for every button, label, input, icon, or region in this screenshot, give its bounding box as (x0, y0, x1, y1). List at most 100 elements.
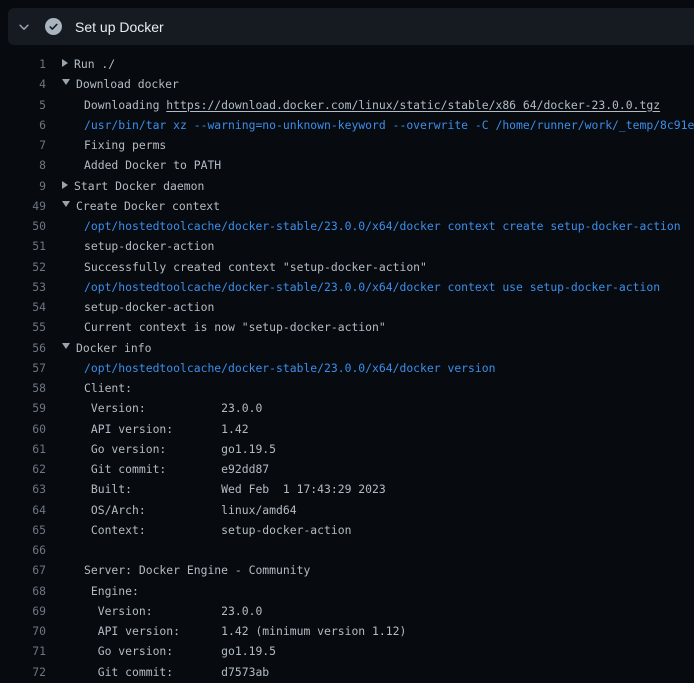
line-number[interactable]: 60 (0, 419, 46, 439)
step-title: Set up Docker (75, 19, 164, 35)
log-text-segment: Engine: (84, 584, 139, 598)
log-row: 8 Added Docker to PATH (0, 155, 694, 175)
log-text: Current context is now "setup-docker-act… (84, 317, 386, 337)
log-text-segment: Fixing perms (84, 138, 166, 152)
log-row: 5 Downloading https://download.docker.com… (0, 95, 694, 115)
log-row: 72 Git commit: d7573ab (0, 662, 694, 682)
log-group-row[interactable]: 1 Run ./ (0, 54, 694, 74)
log-text-segment: Git commit: d7573ab (84, 665, 269, 679)
log-text-segment: setup-docker-action (84, 239, 214, 253)
log-row: 50/opt/hostedtoolcache/docker-stable/23.… (0, 216, 694, 236)
line-number[interactable]: 5 (0, 95, 46, 115)
log-lines: 1 Run ./ 4 Download docker 5 Downloading http… (0, 54, 694, 682)
line-number[interactable]: 59 (0, 398, 46, 418)
log-text-segment: API version: 1.42 (minimum version 1.12) (84, 624, 406, 638)
line-number[interactable]: 57 (0, 358, 46, 378)
log-group-row[interactable]: 4 Download docker (0, 74, 694, 94)
log-group-row[interactable]: 9 Start Docker daemon (0, 176, 694, 196)
log-text-segment: Download docker (76, 77, 179, 91)
log-text-segment: Downloading (84, 98, 166, 112)
log-text-segment: Built: Wed Feb 1 17:43:29 2023 (84, 482, 386, 496)
log-row: 55 Current context is now "setup-docker-a… (0, 317, 694, 337)
line-number[interactable]: 58 (0, 378, 46, 398)
log-text: Added Docker to PATH (84, 155, 221, 175)
line-number[interactable]: 6 (0, 115, 46, 135)
line-number[interactable]: 68 (0, 581, 46, 601)
line-number[interactable]: 66 (0, 540, 46, 560)
log-row: 68 Engine: (0, 581, 694, 601)
log-text-segment: Context: setup-docker-action (84, 523, 351, 537)
actions-log-panel: Set up Docker 1 Run ./ 4 Download docker 5 Do… (0, 0, 694, 683)
line-number[interactable]: 52 (0, 257, 46, 277)
line-number[interactable]: 49 (0, 196, 46, 216)
line-number[interactable]: 56 (0, 338, 46, 358)
log-text-segment: Successfully created context "setup-dock… (84, 260, 427, 274)
log-text: Engine: (84, 581, 139, 601)
line-number[interactable]: 1 (0, 54, 46, 74)
group-title: Docker info (62, 338, 151, 358)
log-text: Client: (84, 378, 132, 398)
command-text: /usr/bin/tar xz --warning=no-unknown-key… (84, 118, 694, 132)
log-row: 53/opt/hostedtoolcache/docker-stable/23.… (0, 277, 694, 297)
line-number[interactable]: 7 (0, 135, 46, 155)
log-row: 58 Client: (0, 378, 694, 398)
log-text-segment: Docker info (76, 341, 151, 355)
line-number[interactable]: 62 (0, 459, 46, 479)
line-number[interactable]: 69 (0, 601, 46, 621)
line-number[interactable]: 50 (0, 216, 46, 236)
log-text: /opt/hostedtoolcache/docker-stable/23.0.… (84, 358, 495, 378)
log-text-segment: Go version: go1.19.5 (84, 644, 276, 658)
line-number[interactable]: 63 (0, 479, 46, 499)
log-group-row[interactable]: 49 Create Docker context (0, 196, 694, 216)
line-number[interactable]: 51 (0, 236, 46, 256)
log-text-segment: OS/Arch: linux/amd64 (84, 503, 297, 517)
log-link[interactable]: https://download.docker.com/linux/static… (166, 98, 660, 112)
line-number[interactable]: 54 (0, 297, 46, 317)
check-circle-icon (45, 18, 62, 35)
log-text: Git commit: d7573ab (84, 662, 269, 682)
log-row: 71 Go version: go1.19.5 (0, 641, 694, 661)
log-row: 6/usr/bin/tar xz --warning=no-unknown-ke… (0, 115, 694, 135)
log-text: /opt/hostedtoolcache/docker-stable/23.0.… (84, 277, 660, 297)
line-number[interactable]: 67 (0, 560, 46, 580)
log-text-segment: API version: 1.42 (84, 422, 249, 436)
log-text: Successfully created context "setup-dock… (84, 257, 427, 277)
log-row: 66 (0, 540, 694, 560)
line-number[interactable]: 8 (0, 155, 46, 175)
command-text: /opt/hostedtoolcache/docker-stable/23.0.… (84, 361, 495, 375)
line-number[interactable]: 64 (0, 500, 46, 520)
log-text: API version: 1.42 (minimum version 1.12) (84, 621, 406, 641)
group-title: Start Docker daemon (62, 176, 204, 196)
group-title: Download docker (62, 74, 179, 94)
log-text-segment: setup-docker-action (84, 300, 214, 314)
log-text-segment: Create Docker context (76, 199, 220, 213)
line-number[interactable]: 72 (0, 662, 46, 682)
chevron-right-icon (62, 181, 68, 189)
line-number[interactable]: 71 (0, 641, 46, 661)
log-text-segment: Added Docker to PATH (84, 158, 221, 172)
command-text: /opt/hostedtoolcache/docker-stable/23.0.… (84, 219, 681, 233)
log-text: setup-docker-action (84, 297, 214, 317)
log-group-row[interactable]: 56 Docker info (0, 338, 694, 358)
line-number[interactable]: 65 (0, 520, 46, 540)
line-number[interactable]: 9 (0, 176, 46, 196)
line-number[interactable]: 70 (0, 621, 46, 641)
log-row: 69 Version: 23.0.0 (0, 601, 694, 621)
group-title: Run ./ (62, 54, 115, 74)
line-number[interactable]: 4 (0, 74, 46, 94)
line-number[interactable]: 61 (0, 439, 46, 459)
log-row: 62 Git commit: e92dd87 (0, 459, 694, 479)
chevron-down-icon (17, 20, 31, 34)
line-number[interactable]: 55 (0, 317, 46, 337)
log-row: 60 API version: 1.42 (0, 419, 694, 439)
log-text: Context: setup-docker-action (84, 520, 351, 540)
log-row: 65 Context: setup-docker-action (0, 520, 694, 540)
log-row: 51 setup-docker-action (0, 236, 694, 256)
log-text: Fixing perms (84, 135, 166, 155)
log-row: 54 setup-docker-action (0, 297, 694, 317)
log-row: 61 Go version: go1.19.5 (0, 439, 694, 459)
log-text: Version: 23.0.0 (84, 601, 262, 621)
line-number[interactable]: 53 (0, 277, 46, 297)
group-title: Create Docker context (62, 196, 220, 216)
step-header[interactable]: Set up Docker (8, 8, 694, 45)
